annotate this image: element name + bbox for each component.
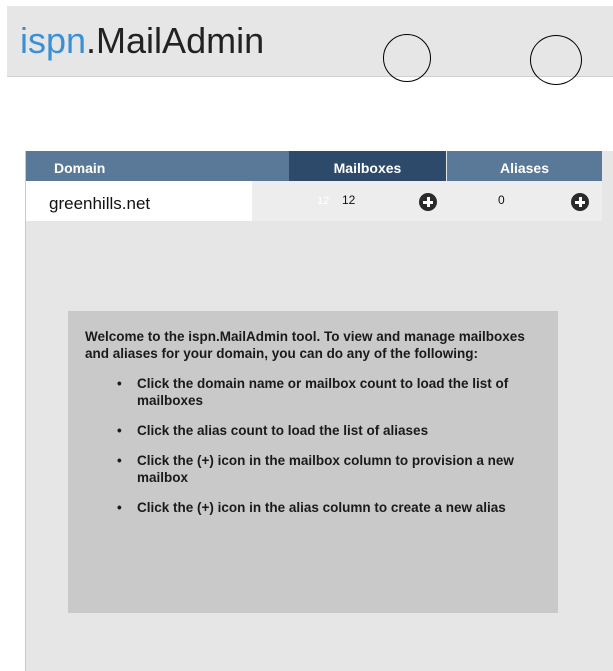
add-mailbox-icon[interactable] <box>419 193 437 211</box>
mailbox-count-link[interactable]: 12 <box>342 193 355 207</box>
welcome-info-box: Welcome to the ispn.MailAdmin tool. To v… <box>68 311 558 613</box>
alias-count-link[interactable]: 0 <box>498 193 505 207</box>
mailbox-count-ghost: 12 <box>317 195 330 207</box>
instruction-list: Click the domain name or mailbox count t… <box>85 375 540 516</box>
domain-link[interactable]: greenhills.net <box>26 181 252 221</box>
highlight-circle-alias-add <box>530 35 582 85</box>
instruction-item: Click the (+) icon in the mailbox column… <box>117 452 540 486</box>
table-header: Domain Mailboxes Aliases <box>26 151 602 181</box>
instruction-item: Click the (+) icon in the alias column t… <box>117 499 540 516</box>
column-header-domain[interactable]: Domain <box>26 151 289 181</box>
column-header-aliases[interactable]: Aliases <box>447 151 602 181</box>
app-title-name: .MailAdmin <box>86 20 265 61</box>
add-alias-icon[interactable] <box>571 193 589 211</box>
app-header: ispn.MailAdmin <box>7 6 613 77</box>
column-header-mailboxes[interactable]: Mailboxes <box>289 151 446 181</box>
app-title-brand: ispn <box>20 20 87 61</box>
app-title: ispn.MailAdmin <box>20 20 264 62</box>
instruction-item: Click the domain name or mailbox count t… <box>117 375 540 409</box>
welcome-intro: Welcome to the ispn.MailAdmin tool. To v… <box>85 329 525 361</box>
highlight-circle-mailbox-add <box>383 34 431 82</box>
instruction-item: Click the alias count to load the list o… <box>117 422 540 439</box>
domain-panel: Domain Mailboxes Aliases greenhills.net … <box>25 151 613 671</box>
table-row: greenhills.net 12 12 0 <box>26 181 602 221</box>
